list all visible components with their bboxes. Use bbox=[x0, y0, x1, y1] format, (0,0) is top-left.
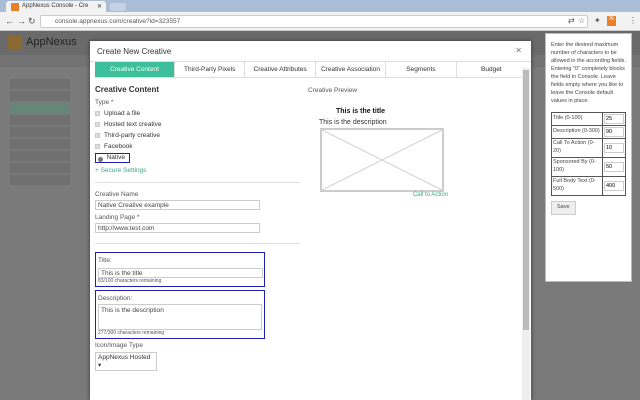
address-bar-area: ← → ↻ console.appnexus.com/creative?id=3… bbox=[0, 12, 640, 31]
title-remaining: 83/100 characters remaining bbox=[98, 278, 162, 284]
new-tab-button[interactable] bbox=[110, 3, 126, 11]
section-title: Creative Content bbox=[95, 85, 160, 94]
title-label: Title: bbox=[98, 257, 112, 264]
option-label: Third-party creative bbox=[104, 132, 160, 139]
option-label: Hosted text creative bbox=[104, 121, 162, 128]
cta-limit-input[interactable] bbox=[604, 142, 624, 153]
tab-budget[interactable]: Budget bbox=[457, 62, 526, 77]
option-label: Upload a file bbox=[104, 110, 141, 117]
description-field-group: Description: This is the description 277… bbox=[95, 290, 265, 339]
tab-creative-attributes[interactable]: Creative Attributes bbox=[245, 62, 316, 77]
scrollbar-thumb[interactable] bbox=[523, 70, 529, 330]
type-option-hosted-text[interactable]: Hosted text creative bbox=[95, 119, 300, 130]
creative-name-input[interactable]: Native Creative example bbox=[95, 200, 260, 210]
browser-tab-bar: AppNexus Console - Cre ✕ bbox=[0, 0, 640, 12]
modal-title: Create New Creative bbox=[97, 47, 172, 56]
creative-form: Creative Content Type * Upload a file Ho… bbox=[95, 85, 300, 371]
preview-description: This is the description bbox=[319, 119, 387, 126]
preview-cta: Call to Action bbox=[412, 192, 448, 198]
chevron-down-icon: ▾ bbox=[98, 362, 102, 369]
option-label: Facebook bbox=[104, 143, 133, 150]
radio-selected-icon bbox=[98, 156, 103, 162]
landing-page-label: Landing Page * bbox=[95, 214, 140, 221]
limits-table: Title (0-100) Description (0-300) Call T… bbox=[551, 111, 626, 196]
table-row: Title (0-100) bbox=[551, 111, 626, 126]
image-placeholder-icon bbox=[320, 128, 444, 192]
appnexus-favicon-icon bbox=[11, 3, 19, 11]
bookmark-star-icon[interactable]: ☆ bbox=[578, 16, 585, 25]
title-limit-input[interactable] bbox=[604, 113, 624, 124]
checkbox-icon bbox=[95, 133, 100, 138]
icon-type-label: Icon/Image Type bbox=[95, 342, 143, 349]
checkbox-icon bbox=[95, 144, 100, 149]
modal-header: Create New Creative ✕ bbox=[90, 41, 531, 62]
type-option-third-party[interactable]: Third-party creative bbox=[95, 130, 300, 141]
description-limit-input[interactable] bbox=[604, 126, 624, 137]
url-text: console.appnexus.com/creative?id=323557 bbox=[55, 18, 181, 25]
row-label: Full Body Text (0-500) bbox=[551, 175, 603, 196]
title-input[interactable]: This is the title bbox=[98, 268, 263, 278]
brand-name: AppNexus bbox=[26, 36, 77, 48]
row-label: Description (0-300) bbox=[551, 124, 603, 139]
table-row: Full Body Text (0-500) bbox=[551, 175, 626, 196]
sponsored-limit-input[interactable] bbox=[604, 161, 624, 172]
description-textarea[interactable]: This is the description bbox=[98, 304, 262, 330]
checkbox-icon bbox=[95, 122, 100, 127]
creative-preview: Creative Preview This is the title This … bbox=[308, 85, 518, 198]
back-icon[interactable]: ← bbox=[5, 16, 14, 26]
landing-page-input[interactable]: http://www.test.com bbox=[95, 223, 260, 233]
table-row: Sponsored By (0-100) bbox=[551, 156, 626, 177]
close-tab-icon[interactable]: ✕ bbox=[97, 3, 102, 10]
appnexus-logo-icon bbox=[8, 35, 22, 49]
title-field-group: Title: This is the title 83/100 characte… bbox=[95, 252, 265, 287]
row-label: Call To Action (0-20) bbox=[551, 137, 603, 158]
modal-tabs: Creative Content Third-Party Pixels Crea… bbox=[95, 62, 526, 78]
tab-title: AppNexus Console - Cre bbox=[22, 3, 89, 9]
tab-segments[interactable]: Segments bbox=[386, 62, 457, 77]
save-button[interactable]: Save bbox=[551, 200, 576, 215]
type-option-upload[interactable]: Upload a file bbox=[95, 108, 300, 119]
creative-name-label: Creative Name bbox=[95, 191, 139, 198]
extension-popup: Enter the desired maximum number of char… bbox=[545, 33, 632, 282]
secure-settings-link[interactable]: + Secure Settings bbox=[95, 167, 300, 174]
extension-icon[interactable]: ✦ bbox=[594, 16, 601, 25]
checkbox-icon bbox=[95, 111, 100, 116]
description-label: Description: bbox=[98, 295, 133, 302]
forward-icon[interactable]: → bbox=[17, 16, 26, 26]
tab-third-party-pixels[interactable]: Third-Party Pixels bbox=[175, 62, 246, 77]
close-icon[interactable]: ✕ bbox=[515, 46, 522, 55]
translate-icon[interactable]: ⇄ bbox=[568, 16, 575, 25]
type-label: Type * bbox=[95, 99, 114, 106]
sidebar bbox=[10, 77, 85, 187]
table-row: Call To Action (0-20) bbox=[551, 137, 626, 158]
icon-type-select[interactable]: AppNexus Hosted ▾ bbox=[95, 352, 157, 371]
body-limit-input[interactable] bbox=[604, 180, 624, 191]
preview-title: This is the title bbox=[336, 108, 386, 115]
tab-creative-content[interactable]: Creative Content bbox=[95, 62, 175, 77]
row-label: Title (0-100) bbox=[551, 111, 603, 126]
tab-creative-association[interactable]: Creative Association bbox=[316, 62, 387, 77]
menu-icon[interactable]: ⋮ bbox=[629, 16, 637, 25]
preview-label: Creative Preview bbox=[308, 87, 358, 94]
option-label: Native bbox=[106, 153, 125, 161]
type-option-facebook[interactable]: Facebook bbox=[95, 141, 300, 152]
row-label: Sponsored By (0-100) bbox=[551, 156, 603, 177]
reload-icon[interactable]: ↻ bbox=[28, 16, 36, 27]
description-remaining: 277/300 characters remaining bbox=[98, 330, 165, 336]
type-option-native[interactable]: Native bbox=[95, 152, 300, 163]
table-row: Description (0-300) bbox=[551, 124, 626, 139]
select-value: AppNexus Hosted bbox=[98, 354, 151, 361]
appnexus-extension-icon[interactable]: N bbox=[607, 16, 616, 26]
popup-instructions: Enter the desired maximum number of char… bbox=[551, 42, 626, 104]
url-input[interactable]: console.appnexus.com/creative?id=323557 bbox=[40, 15, 588, 28]
create-creative-modal: Create New Creative ✕ Creative Content Th… bbox=[90, 41, 531, 400]
browser-tab[interactable]: AppNexus Console - Cre ✕ bbox=[6, 1, 106, 12]
